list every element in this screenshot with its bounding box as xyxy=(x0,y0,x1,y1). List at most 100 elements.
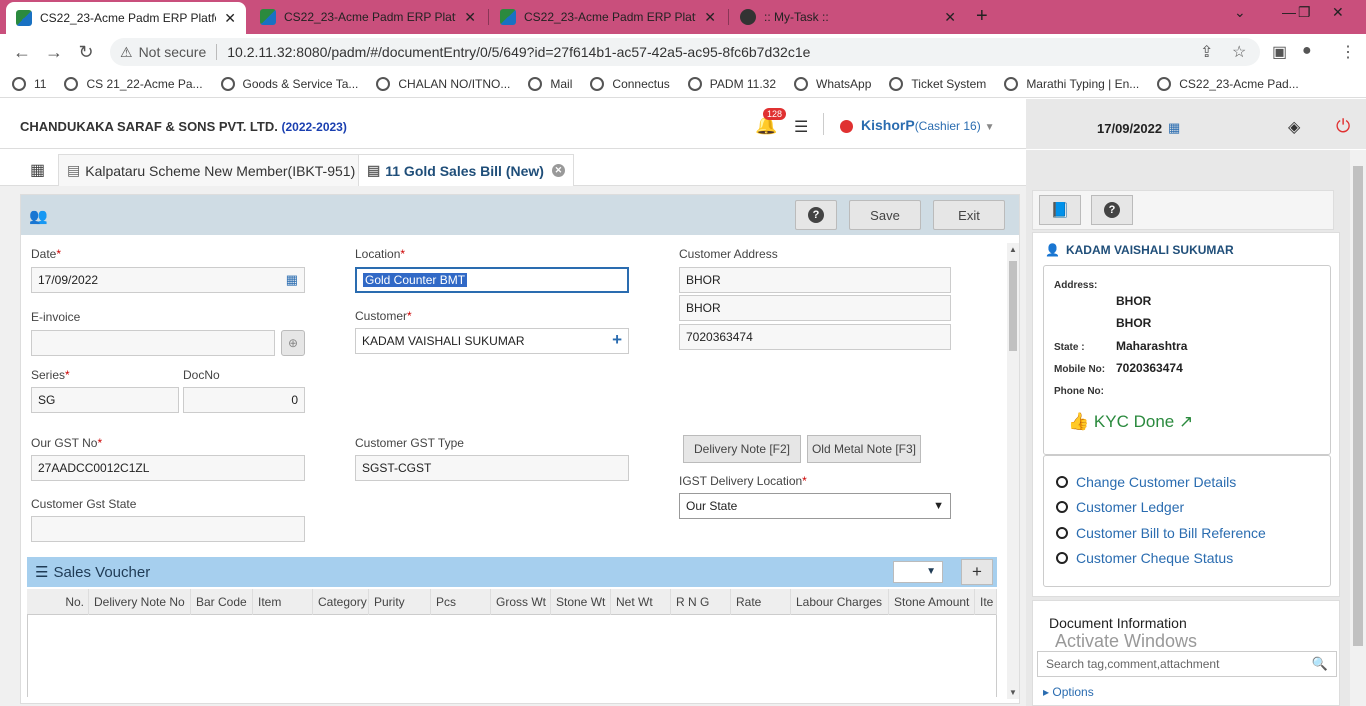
column-header: Labour Charges xyxy=(791,589,889,615)
side-scrollbar[interactable] xyxy=(1350,150,1366,706)
chevron-down-icon: ▼ xyxy=(984,122,995,133)
grid-menu-icon[interactable]: ▦ xyxy=(30,160,45,180)
forward-icon[interactable]: → xyxy=(38,42,70,63)
our-gst-field[interactable]: 27AADCC0012C1ZL xyxy=(31,455,305,481)
options-toggle[interactable]: ▸ Options xyxy=(1043,685,1094,699)
browser-tab-1[interactable]: CS22_23-Acme Padm ERP Platfor ✕ xyxy=(6,2,246,34)
bookmark-label: WhatsApp xyxy=(816,76,872,91)
app-tab-bar: ▦ ▤ Kalpataru Scheme New Member(IBKT-951… xyxy=(0,150,1026,186)
exit-button[interactable]: Exit xyxy=(933,200,1005,230)
restore-icon[interactable]: ❐ xyxy=(1298,4,1311,21)
add-customer-icon[interactable]: + xyxy=(612,330,622,350)
close-icon[interactable]: ✕ xyxy=(224,10,236,27)
close-icon[interactable]: ✕ xyxy=(551,164,565,177)
chevron-down-icon: ▼ xyxy=(926,566,936,577)
customer-field[interactable]: KADAM VAISHALI SUKUMAR + xyxy=(355,328,629,354)
bookmark-item[interactable]: CHALAN NO/ITNO... xyxy=(376,76,510,91)
globe-icon xyxy=(687,76,702,91)
activate-windows-watermark: Activate Windows xyxy=(1055,631,1198,651)
user-menu[interactable]: KishorP(Cashier 16) ▼ xyxy=(861,117,995,133)
browser-tab-3[interactable]: CS22_23-Acme Padm ERP Platfor ✕ xyxy=(490,0,726,34)
search-icon[interactable]: 🔍 xyxy=(1312,656,1328,672)
upload-button[interactable]: ⊕ xyxy=(281,330,305,356)
help-button[interactable]: ? xyxy=(795,200,837,230)
bookmark-item[interactable]: CS22_23-Acme Pad... xyxy=(1157,76,1299,91)
scrollbar-thumb[interactable] xyxy=(1009,261,1017,351)
change-customer-details-link[interactable]: Change Customer Details xyxy=(1056,474,1236,490)
igst-delivery-location-select[interactable]: Our State ▼ xyxy=(679,493,951,519)
tab-search-icon[interactable]: ⌄ xyxy=(1234,4,1246,21)
date-value: 17/09/2022 xyxy=(38,273,99,287)
address-line2-field[interactable]: BHOR xyxy=(679,295,951,321)
browser-menu-icon[interactable]: ⋮ xyxy=(1340,42,1356,62)
side-panel-icon[interactable]: ▣ xyxy=(1272,42,1287,62)
scroll-down-icon[interactable]: ▼ xyxy=(1009,688,1017,697)
einvoice-field[interactable] xyxy=(31,330,275,356)
bookmark-item[interactable]: Connectus xyxy=(590,76,670,91)
not-secure-label: Not secure xyxy=(138,44,207,60)
browser-tab-2[interactable]: CS22_23-Acme Padm ERP Platfor ✕ xyxy=(250,0,486,34)
window-close-icon[interactable]: ✕ xyxy=(1332,4,1344,21)
bill-to-bill-reference-link[interactable]: Customer Bill to Bill Reference xyxy=(1056,525,1266,541)
delivery-note-button[interactable]: Delivery Note [F2] xyxy=(683,435,801,463)
close-icon[interactable]: ✕ xyxy=(944,9,956,26)
share-icon[interactable]: ⇪ xyxy=(1200,42,1213,62)
external-link-icon[interactable]: ↗ xyxy=(1179,412,1193,431)
bookmark-item[interactable]: CS 21_22-Acme Pa... xyxy=(64,76,203,91)
save-button[interactable]: Save xyxy=(849,200,921,230)
url-box[interactable]: ⚠ Not secure 10.2.11.32:8080/padm/#/docu… xyxy=(110,38,1260,66)
address-line1-field[interactable]: BHOR xyxy=(679,267,951,293)
customer-gst-state-field[interactable] xyxy=(31,516,305,542)
company-name: CHANDUKAKA SARAF & SONS PVT. LTD. (2022-… xyxy=(20,119,347,134)
customer-gst-type-field[interactable]: SGST-CGST xyxy=(355,455,629,481)
customer-ledger-link[interactable]: Customer Ledger xyxy=(1056,499,1184,515)
old-metal-note-button[interactable]: Old Metal Note [F3] xyxy=(807,435,921,463)
minimize-icon[interactable]: — xyxy=(1282,4,1296,20)
calendar-icon[interactable]: ▦ xyxy=(286,272,298,288)
column-header: No. xyxy=(27,589,89,615)
tab-kalpataru-scheme[interactable]: ▤ Kalpataru Scheme New Member(IBKT-951) … xyxy=(58,154,386,186)
form-scrollbar[interactable]: ▲ ▼ xyxy=(1007,243,1019,699)
docno-field[interactable]: 0 xyxy=(183,387,305,413)
document-search-input[interactable]: Search tag,comment,attachment 🔍 xyxy=(1037,651,1337,677)
location-field[interactable]: Gold Counter BMT xyxy=(355,267,629,293)
globe-icon xyxy=(1157,76,1172,91)
reload-icon[interactable]: ↻ xyxy=(70,42,102,63)
browser-tab-title: :: My-Task :: xyxy=(764,10,829,24)
add-row-button[interactable]: + xyxy=(961,559,993,585)
phone-field[interactable]: 7020363474 xyxy=(679,324,951,350)
voucher-select[interactable]: ▼ xyxy=(893,561,943,583)
calendar-icon[interactable]: ▦ xyxy=(1168,120,1180,136)
tab-label: Kalpataru Scheme New Member(IBKT-951) xyxy=(85,162,356,179)
power-icon[interactable]: ⏻ xyxy=(1336,116,1350,137)
cheque-status-link[interactable]: Customer Cheque Status xyxy=(1056,550,1233,566)
tab-gold-sales-bill[interactable]: ▤ 11 Gold Sales Bill (New) ✕ xyxy=(358,154,574,186)
browser-tab-4[interactable]: :: My-Task :: ✕ xyxy=(730,0,966,34)
bookmark-item[interactable]: WhatsApp xyxy=(794,76,872,91)
header-divider xyxy=(823,113,824,135)
back-icon[interactable]: ← xyxy=(6,42,38,63)
bookmark-item[interactable]: Goods & Service Ta... xyxy=(220,76,358,91)
date-field[interactable]: 17/09/2022 ▦ xyxy=(31,267,305,293)
bookmark-item[interactable]: Ticket System xyxy=(889,76,986,91)
new-tab-icon[interactable]: + xyxy=(976,5,988,28)
scrollbar-thumb[interactable] xyxy=(1353,166,1363,646)
side-help-button[interactable]: ? xyxy=(1091,195,1133,225)
bookmark-item[interactable]: Marathi Typing | En... xyxy=(1004,76,1139,91)
close-icon[interactable]: ✕ xyxy=(704,9,716,26)
hide-eye-icon[interactable]: ◈ xyxy=(1288,117,1300,137)
user-name: KishorP xyxy=(861,117,915,133)
bookmark-item[interactable]: PADM 11.32 xyxy=(687,76,776,91)
kyc-status[interactable]: 👍 KYC Done ↗ xyxy=(1068,412,1193,432)
server-menu-icon[interactable]: ☰ xyxy=(794,117,808,137)
bookmark-star-icon[interactable]: ☆ xyxy=(1232,42,1246,62)
bookmark-item[interactable]: Mail xyxy=(528,76,572,91)
docno-label: DocNo xyxy=(183,368,220,382)
bookmark-item[interactable]: 11 xyxy=(12,76,46,91)
close-icon[interactable]: ✕ xyxy=(464,9,476,26)
customer-card: 👤 KADAM VAISHALI SUKUMAR Address: BHOR BH… xyxy=(1032,232,1340,597)
series-field[interactable]: SG xyxy=(31,387,179,413)
scroll-up-icon[interactable]: ▲ xyxy=(1009,245,1017,254)
profile-avatar-icon[interactable]: ● xyxy=(1302,42,1312,60)
notes-button[interactable]: 📘 xyxy=(1039,195,1081,225)
